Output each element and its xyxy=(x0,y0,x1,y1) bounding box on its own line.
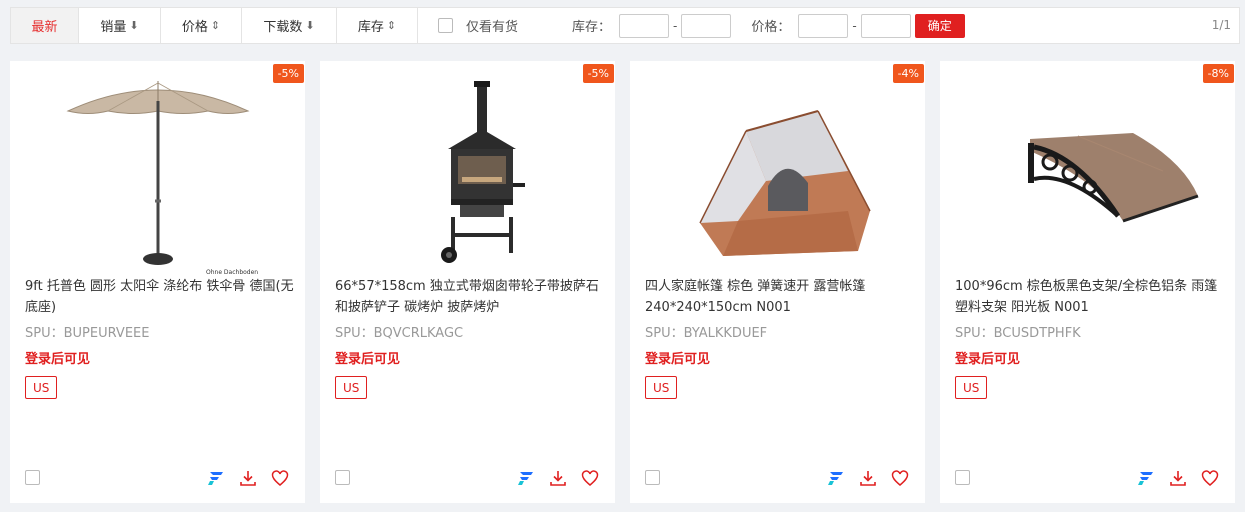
card-actions xyxy=(826,468,910,488)
select-checkbox[interactable] xyxy=(25,470,40,485)
login-to-view-price: 登录后可见 xyxy=(335,352,401,367)
brand-f-icon[interactable] xyxy=(516,468,536,488)
discount-badge: -5% xyxy=(582,64,614,84)
card-actions xyxy=(1136,468,1220,488)
product-image[interactable]: -4% xyxy=(630,61,925,276)
confirm-button[interactable]: 确定 xyxy=(914,13,965,38)
sort-updown-icon: ⇕ xyxy=(386,19,397,32)
range-dash: - xyxy=(673,18,678,33)
stock-range-label: 库存： xyxy=(572,20,612,35)
sort-tab-downloads[interactable]: 下载数 ⬇ xyxy=(242,8,337,43)
login-to-view-price: 登录后可见 xyxy=(25,352,91,367)
door-canopy-image xyxy=(1027,133,1198,223)
brand-f-icon[interactable] xyxy=(206,468,226,488)
sort-tab-label: 下载数 xyxy=(263,20,303,35)
download-icon[interactable] xyxy=(548,468,568,488)
sort-tab-label: 价格 xyxy=(181,20,208,35)
sort-down-icon: ⬇ xyxy=(305,19,315,32)
product-spu: SPU：BYALKKDUEF xyxy=(645,326,768,341)
favorite-heart-icon[interactable] xyxy=(580,468,600,488)
stock-max-input[interactable] xyxy=(681,13,732,38)
sort-tab-newest[interactable]: 最新 xyxy=(11,8,79,43)
filter-bar: 最新 销量 ⬇ 价格 ⇕ 下载数 ⬇ 库存 ⇕ 仅看有货 库存： - 价格： -… xyxy=(10,7,1240,44)
sort-tab-label: 最新 xyxy=(31,20,58,35)
sort-tab-sales[interactable]: 销量 ⬇ xyxy=(79,8,161,43)
product-card[interactable]: -4% 四人家庭帐篷 棕色 弹簧速开 露营帐篷 240*240*150cm N0… xyxy=(630,61,925,503)
product-card[interactable]: -8% 100*96cm 棕色板黑色支架/全棕色铝条 雨篷 塑料支架 阳光板 N… xyxy=(940,61,1235,503)
card-actions xyxy=(516,468,600,488)
price-min-input[interactable] xyxy=(798,13,849,38)
image-caption: Ohne Dachboden xyxy=(206,269,258,276)
download-icon[interactable] xyxy=(1168,468,1188,488)
brand-f-icon[interactable] xyxy=(826,468,846,488)
country-badge: US xyxy=(25,376,58,399)
favorite-heart-icon[interactable] xyxy=(890,468,910,488)
favorite-heart-icon[interactable] xyxy=(1200,468,1220,488)
pizza-oven-image xyxy=(440,81,525,263)
product-card[interactable]: Ohne Dachboden -5% 9ft 托普色 圆形 太阳伞 涤纶布 铁伞… xyxy=(10,61,305,503)
product-image[interactable]: -5% xyxy=(320,61,615,276)
tent-image xyxy=(698,110,871,256)
select-checkbox[interactable] xyxy=(955,470,970,485)
login-to-view-price: 登录后可见 xyxy=(955,352,1021,367)
download-icon[interactable] xyxy=(238,468,258,488)
country-badge: US xyxy=(335,376,368,399)
sort-tab-price[interactable]: 价格 ⇕ xyxy=(161,8,242,43)
in-stock-checkbox[interactable] xyxy=(438,18,453,33)
sort-tab-stock[interactable]: 库存 ⇕ xyxy=(337,8,418,43)
price-range-label: 价格： xyxy=(751,20,791,35)
discount-badge: -5% xyxy=(272,64,304,84)
product-title[interactable]: 9ft 托普色 圆形 太阳伞 涤纶布 铁伞骨 德国(无底座) xyxy=(25,276,295,318)
discount-badge: -4% xyxy=(892,64,924,84)
product-grid: Ohne Dachboden -5% 9ft 托普色 圆形 太阳伞 涤纶布 铁伞… xyxy=(10,61,1235,503)
favorite-heart-icon[interactable] xyxy=(270,468,290,488)
price-max-input[interactable] xyxy=(860,13,911,38)
in-stock-label: 仅看有货 xyxy=(466,20,519,35)
patio-umbrella-image: Ohne Dachboden xyxy=(66,81,258,276)
country-badge: US xyxy=(955,376,988,399)
product-card[interactable]: -5% 66*57*158cm 独立式带烟囱带轮子带披萨石和披萨铲子 碳烤炉 披… xyxy=(320,61,615,503)
sort-down-icon: ⬇ xyxy=(129,19,139,32)
product-image[interactable]: -8% xyxy=(940,61,1235,276)
product-spu: SPU：BCUSDTPHFK xyxy=(955,326,1081,341)
select-checkbox[interactable] xyxy=(645,470,660,485)
sort-tab-label: 销量 xyxy=(100,20,127,35)
stock-min-input[interactable] xyxy=(619,13,670,38)
in-stock-filter[interactable]: 仅看有货 xyxy=(438,16,518,35)
product-spu: SPU：BUPEURVEEE xyxy=(25,326,150,341)
card-actions xyxy=(206,468,290,488)
product-spu: SPU：BQVCRLKAGC xyxy=(335,326,464,341)
sort-updown-icon: ⇕ xyxy=(210,19,221,32)
page-indicator: 1/1 xyxy=(1211,18,1231,32)
product-title[interactable]: 四人家庭帐篷 棕色 弹簧速开 露营帐篷 240*240*150cm N001 xyxy=(645,276,915,318)
discount-badge: -8% xyxy=(1202,64,1234,84)
select-checkbox[interactable] xyxy=(335,470,350,485)
sort-tab-label: 库存 xyxy=(357,20,384,35)
product-title[interactable]: 100*96cm 棕色板黑色支架/全棕色铝条 雨篷 塑料支架 阳光板 N001 xyxy=(955,276,1225,318)
range-dash: - xyxy=(852,18,857,33)
brand-f-icon[interactable] xyxy=(1136,468,1156,488)
product-title[interactable]: 66*57*158cm 独立式带烟囱带轮子带披萨石和披萨铲子 碳烤炉 披萨烤炉 xyxy=(335,276,605,318)
country-badge: US xyxy=(645,376,678,399)
login-to-view-price: 登录后可见 xyxy=(645,352,711,367)
download-icon[interactable] xyxy=(858,468,878,488)
product-image[interactable]: Ohne Dachboden -5% xyxy=(10,61,305,276)
